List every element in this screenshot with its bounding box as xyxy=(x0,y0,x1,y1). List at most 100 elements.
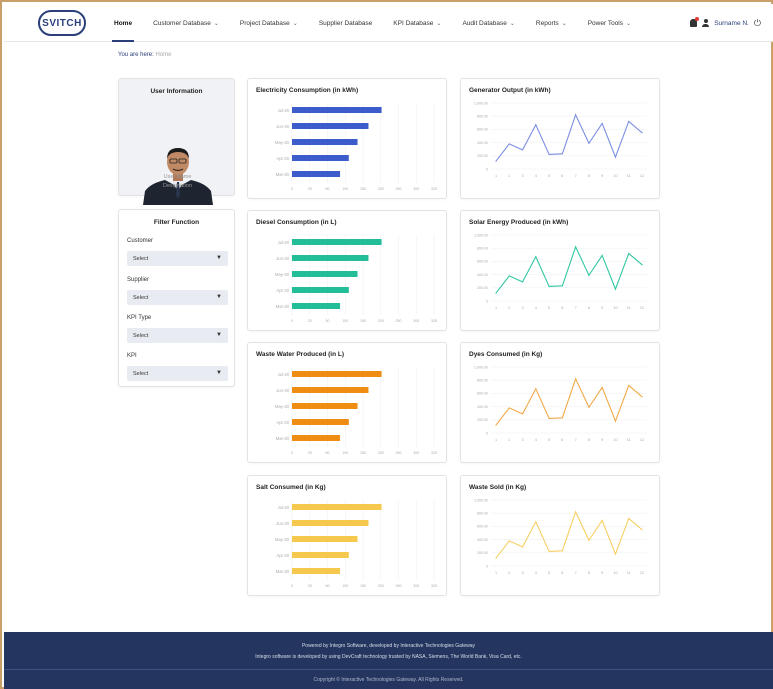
footer-copyright: Copyright © Interactive Technologies Gat… xyxy=(313,677,464,683)
y-tick-label: 0 xyxy=(486,564,488,568)
x-tick-label: 50 xyxy=(326,187,330,191)
y-tick-label: 600.00 xyxy=(477,525,488,529)
x-tick-label: 250 xyxy=(396,451,402,455)
footer-tech-note: Integro software is developed by using D… xyxy=(255,654,522,660)
category-label: Apr-20 xyxy=(276,156,289,161)
x-tick-label: 4 xyxy=(535,571,537,575)
nav-item-kpi-database[interactable]: KPI Database ⌄ xyxy=(393,4,441,42)
chart-card: Waste Water Produced (in L) 0 25 50 100 150 20… xyxy=(247,342,447,463)
nav-item-reports[interactable]: Reports ⌄ xyxy=(536,4,567,42)
category-label: Apr-20 xyxy=(276,288,289,293)
nav-item-label: Audit Database xyxy=(462,19,507,27)
notification-bell-icon[interactable] xyxy=(690,17,700,27)
bar xyxy=(292,536,358,542)
supplier-select-value: Select xyxy=(133,294,149,301)
x-tick-label: 8 xyxy=(588,306,590,310)
data-point xyxy=(601,254,603,257)
nav-item-supplier-database[interactable]: Supplier Database xyxy=(319,4,372,42)
data-point xyxy=(575,511,577,513)
bar xyxy=(292,552,349,558)
category-label: Mar-20 xyxy=(276,569,290,574)
data-point xyxy=(561,285,563,287)
x-tick-label: 200 xyxy=(378,584,384,588)
category-label: Jul-20 xyxy=(278,372,290,377)
data-point xyxy=(521,413,524,415)
x-tick-label: 8 xyxy=(588,174,590,178)
brand-logo[interactable]: SVITCH xyxy=(38,10,86,36)
chart-card: Dyes Consumed (in Kg) 0 200.00 400.00 600.00… xyxy=(460,342,660,463)
x-tick-label: 300 xyxy=(413,187,419,191)
chevron-down-icon: ⌄ xyxy=(561,20,567,27)
x-tick-label: 100 xyxy=(342,584,348,588)
chevron-down-icon: ⌄ xyxy=(292,20,298,27)
x-tick-label: 325 xyxy=(431,319,437,323)
footer: Powered by Integro Software, developed b… xyxy=(4,632,773,689)
nav-user-area: Surname N. ⏻ xyxy=(690,4,761,42)
x-tick-label: 1 xyxy=(495,174,497,178)
y-tick-label: 200.00 xyxy=(477,551,488,555)
bar xyxy=(292,303,341,309)
nav-item-project-database[interactable]: Project Database ⌄ xyxy=(240,4,298,42)
chart-title: Waste Sold (in Kg) xyxy=(469,484,527,491)
bar xyxy=(292,387,369,393)
data-point xyxy=(641,529,643,531)
x-tick-label: 6 xyxy=(561,306,563,310)
bar xyxy=(292,568,341,574)
x-tick-label: 10 xyxy=(613,306,617,310)
nav-item-label: Home xyxy=(114,19,133,27)
bar xyxy=(292,504,382,510)
x-tick-label: 300 xyxy=(413,319,419,323)
category-label: Jun-20 xyxy=(276,521,289,526)
chart-svg: 0200.00400.00600.00800.001,000.001 2 3 4 5 6 7… xyxy=(474,498,647,575)
user-menu-name[interactable]: Surname N. xyxy=(714,20,749,27)
y-tick-label: 400.00 xyxy=(477,273,488,277)
nav-item-power-tools[interactable]: Power Tools ⌄ xyxy=(588,4,631,42)
category-label: Mar-20 xyxy=(276,436,290,441)
category-label: Mar-20 xyxy=(276,172,290,177)
chevron-down-icon: ⌄ xyxy=(436,20,442,27)
category-label: May-20 xyxy=(275,140,290,145)
nav-item-label: Project Database xyxy=(239,19,290,27)
nav-item-customer-database[interactable]: Customer Database ⌄ xyxy=(153,4,219,42)
y-tick-label: 600.00 xyxy=(477,260,488,264)
x-tick-label: 9 xyxy=(601,306,603,310)
kpi-type-select[interactable]: Select ▼ xyxy=(127,328,228,343)
data-point xyxy=(521,149,524,151)
data-point xyxy=(535,388,537,390)
x-tick-label: 25 xyxy=(308,451,312,455)
kpi-select[interactable]: Select ▼ xyxy=(127,366,228,381)
x-tick-label: 7 xyxy=(575,306,577,310)
x-tick-label: 9 xyxy=(601,438,603,442)
nav-item-label: Customer Database xyxy=(153,19,211,27)
nav-item-home[interactable]: Home xyxy=(111,4,135,42)
x-tick-label: 325 xyxy=(431,187,437,191)
category-label: Jul-20 xyxy=(278,505,290,510)
breadcrumb-current[interactable]: Home xyxy=(155,52,171,58)
filter-label-customer: Customer xyxy=(127,238,154,244)
y-tick-label: 600.00 xyxy=(477,392,488,396)
page-frame: SVITCH Home Customer Database ⌄ Project Dat… xyxy=(0,0,773,689)
data-point xyxy=(561,153,563,155)
nav-item-label: KPI Database xyxy=(393,19,434,27)
chart-title: Salt Consumed (in Kg) xyxy=(256,484,326,491)
bar xyxy=(292,419,349,425)
chart-title: Generator Output (in kWh) xyxy=(469,87,551,94)
x-tick-label: 300 xyxy=(413,451,419,455)
customer-select[interactable]: Select ▼ xyxy=(127,251,228,266)
nav-item-audit-database[interactable]: Audit Database ⌄ xyxy=(462,4,514,42)
y-tick-label: 400.00 xyxy=(477,405,488,409)
bar xyxy=(292,255,369,261)
logout-icon[interactable]: ⏻ xyxy=(754,18,761,29)
x-tick-label: 11 xyxy=(627,174,631,178)
x-tick-label: 8 xyxy=(588,571,590,575)
x-tick-label: 150 xyxy=(360,187,366,191)
chart-card: Diesel Consumption (in L) 0 25 50 100 150 200 2… xyxy=(247,210,447,331)
data-point xyxy=(628,252,630,255)
data-point xyxy=(588,406,590,408)
x-tick-label: 8 xyxy=(588,438,590,442)
category-label: May-20 xyxy=(275,272,290,277)
supplier-select[interactable]: Select ▼ xyxy=(127,290,228,305)
series-line xyxy=(495,113,643,162)
series-line xyxy=(495,245,643,294)
category-label: Jul-20 xyxy=(278,108,290,113)
